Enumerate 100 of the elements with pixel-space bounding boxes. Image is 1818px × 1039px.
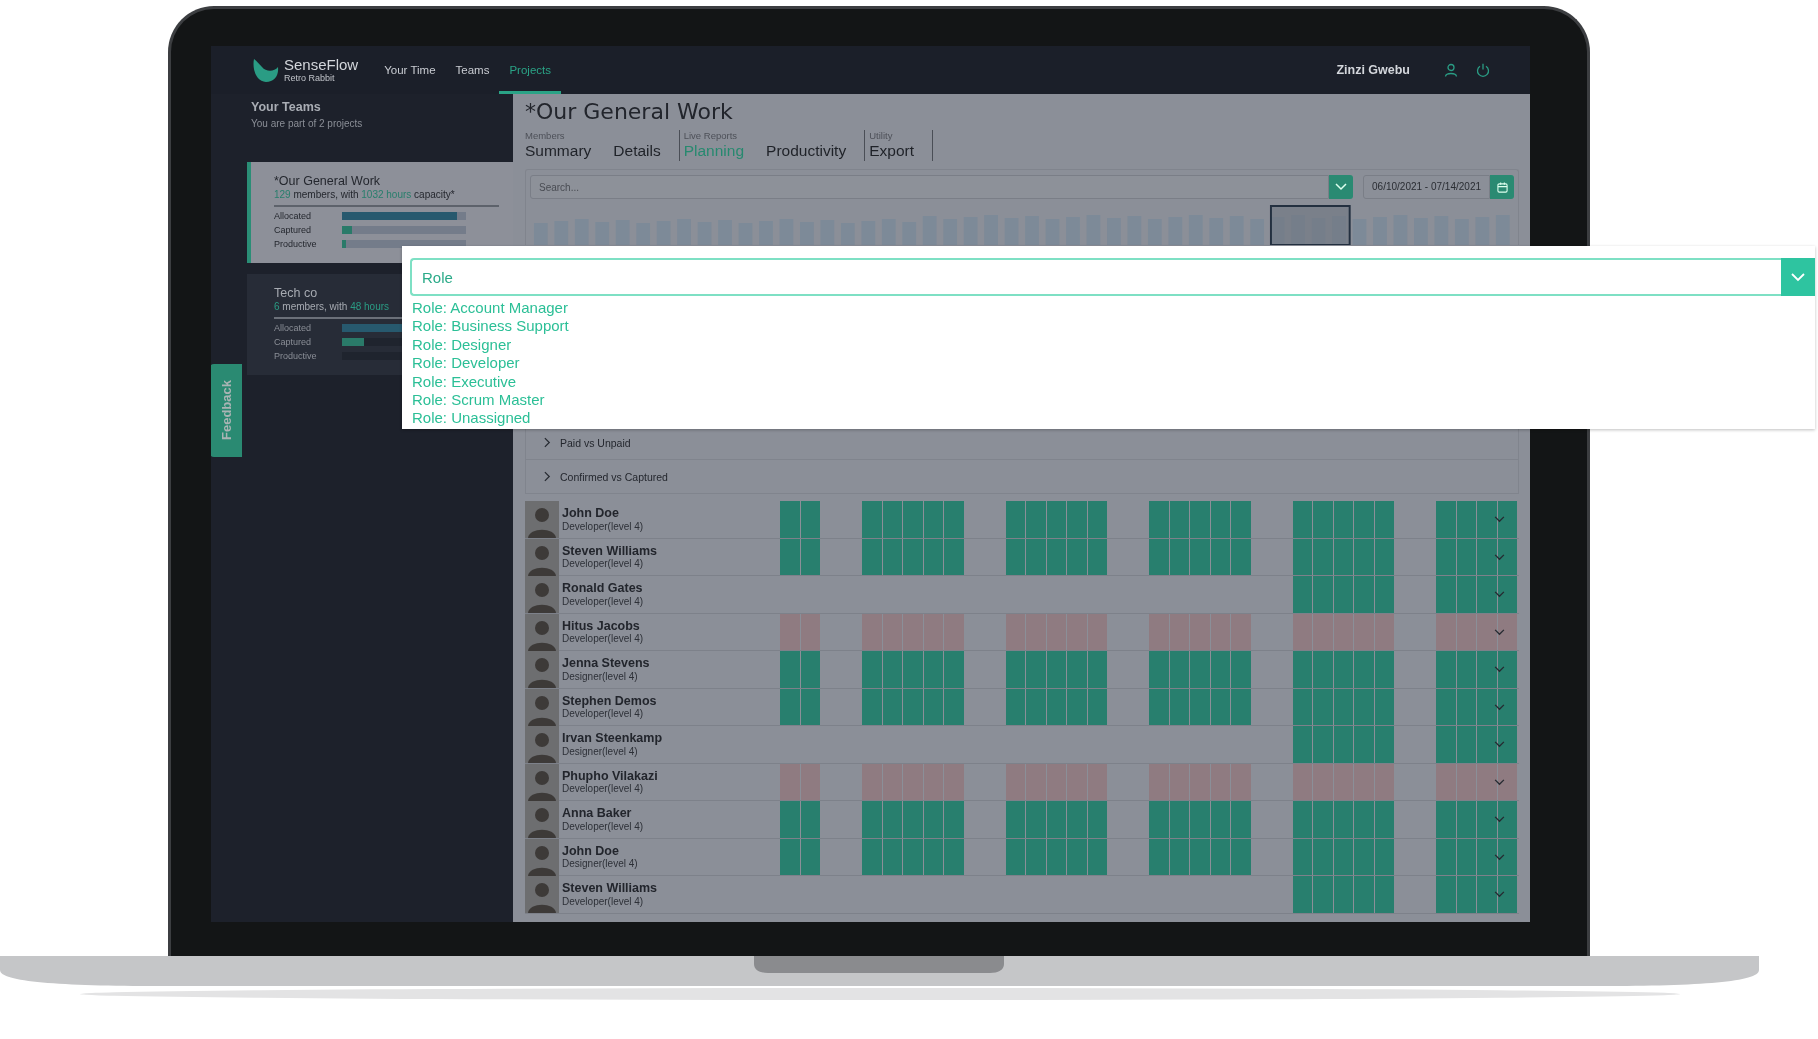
tab[interactable]: Productivity (766, 141, 847, 161)
availability-cell[interactable] (1292, 838, 1312, 875)
availability-cell[interactable] (1374, 613, 1394, 650)
member-row[interactable]: Hitus Jacobs Developer(level 4) (525, 613, 1519, 651)
availability-cell[interactable] (1292, 801, 1312, 838)
availability-cell[interactable] (1067, 651, 1087, 688)
member-row[interactable]: Steven Williams Developer(level 4) (525, 876, 1519, 914)
availability-cell[interactable] (923, 838, 943, 875)
availability-cell[interactable] (800, 538, 820, 575)
availability-cell[interactable] (1067, 763, 1087, 800)
availability-cell[interactable] (1210, 501, 1230, 538)
availability-cell[interactable] (1374, 576, 1394, 613)
availability-cell[interactable] (1046, 651, 1066, 688)
availability-cell[interactable] (1231, 651, 1251, 688)
availability-cell[interactable] (1436, 763, 1456, 800)
availability-cell[interactable] (1231, 801, 1251, 838)
availability-cell[interactable] (1477, 726, 1497, 763)
availability-cell[interactable] (1313, 801, 1333, 838)
availability-cell[interactable] (1169, 613, 1189, 650)
availability-cell[interactable] (1497, 801, 1517, 838)
nav-link[interactable]: Your Time (374, 46, 446, 94)
availability-cell[interactable] (1374, 651, 1394, 688)
availability-cell[interactable] (800, 688, 820, 725)
chevron-down-icon[interactable] (1494, 553, 1505, 561)
availability-cell[interactable] (1374, 688, 1394, 725)
availability-cell[interactable] (1477, 538, 1497, 575)
availability-cell[interactable] (1436, 613, 1456, 650)
availability-cell[interactable] (1354, 688, 1374, 725)
availability-cell[interactable] (1374, 538, 1394, 575)
availability-cell[interactable] (1231, 613, 1251, 650)
member-row[interactable]: John Doe Developer(level 4) (525, 501, 1519, 539)
availability-cell[interactable] (1374, 726, 1394, 763)
availability-cell[interactable] (923, 801, 943, 838)
availability-cell[interactable] (1456, 726, 1476, 763)
availability-cell[interactable] (1190, 688, 1210, 725)
availability-cell[interactable] (1313, 838, 1333, 875)
availability-cell[interactable] (1190, 838, 1210, 875)
availability-cell[interactable] (903, 538, 923, 575)
availability-cell[interactable] (1374, 838, 1394, 875)
availability-cell[interactable] (1456, 876, 1476, 913)
availability-cell[interactable] (780, 501, 800, 538)
availability-cell[interactable] (1456, 613, 1476, 650)
availability-cell[interactable] (923, 651, 943, 688)
availability-cell[interactable] (882, 801, 902, 838)
availability-cell[interactable] (800, 501, 820, 538)
availability-cell[interactable] (862, 801, 882, 838)
availability-cell[interactable] (1313, 726, 1333, 763)
availability-cell[interactable] (1026, 501, 1046, 538)
availability-cell[interactable] (1313, 876, 1333, 913)
availability-cell[interactable] (1436, 688, 1456, 725)
chevron-down-icon[interactable] (1494, 628, 1505, 636)
availability-cell[interactable] (1005, 763, 1025, 800)
availability-cell[interactable] (1354, 726, 1374, 763)
power-icon[interactable] (1476, 63, 1490, 77)
availability-cell[interactable] (1046, 801, 1066, 838)
availability-cell[interactable] (1436, 538, 1456, 575)
team-card[interactable]: *Our General Work 129 members, with 1032 hours capacity* Allocated Captured Productive (247, 162, 513, 263)
availability-cell[interactable] (1169, 838, 1189, 875)
availability-cell[interactable] (1087, 501, 1107, 538)
availability-cell[interactable] (1354, 801, 1374, 838)
availability-cell[interactable] (923, 763, 943, 800)
availability-cell[interactable] (1190, 763, 1210, 800)
availability-cell[interactable] (1026, 688, 1046, 725)
member-row[interactable]: Phupho Vilakazi Developer(level 4) (525, 763, 1519, 801)
availability-cell[interactable] (800, 801, 820, 838)
availability-cell[interactable] (1497, 688, 1517, 725)
availability-cell[interactable] (1067, 688, 1087, 725)
availability-cell[interactable] (1046, 688, 1066, 725)
availability-cell[interactable] (1354, 876, 1374, 913)
availability-cell[interactable] (1477, 876, 1497, 913)
availability-cell[interactable] (780, 538, 800, 575)
availability-cell[interactable] (1190, 801, 1210, 838)
availability-cell[interactable] (1292, 688, 1312, 725)
availability-cell[interactable] (1354, 838, 1374, 875)
availability-cell[interactable] (1436, 838, 1456, 875)
availability-cell[interactable] (1292, 501, 1312, 538)
availability-cell[interactable] (1456, 576, 1476, 613)
availability-cell[interactable] (944, 651, 964, 688)
member-row[interactable]: Steven Williams Developer(level 4) (525, 538, 1519, 576)
availability-cell[interactable] (1169, 501, 1189, 538)
availability-cell[interactable] (1374, 763, 1394, 800)
availability-cell[interactable] (1005, 838, 1025, 875)
availability-cell[interactable] (1456, 763, 1476, 800)
availability-cell[interactable] (1149, 838, 1169, 875)
availability-cell[interactable] (862, 838, 882, 875)
availability-cell[interactable] (1067, 838, 1087, 875)
availability-cell[interactable] (882, 613, 902, 650)
availability-cell[interactable] (1210, 801, 1230, 838)
availability-cell[interactable] (1497, 538, 1517, 575)
availability-cell[interactable] (1333, 501, 1353, 538)
availability-cell[interactable] (1477, 501, 1497, 538)
availability-cell[interactable] (1149, 688, 1169, 725)
member-row[interactable]: Anna Baker Developer(level 4) (525, 801, 1519, 839)
search-field[interactable]: Search... (530, 175, 1329, 199)
availability-cell[interactable] (1436, 651, 1456, 688)
chevron-down-icon[interactable] (1494, 666, 1505, 673)
availability-cell[interactable] (1169, 763, 1189, 800)
availability-cell[interactable] (1026, 763, 1046, 800)
availability-cell[interactable] (1333, 538, 1353, 575)
availability-cell[interactable] (903, 501, 923, 538)
